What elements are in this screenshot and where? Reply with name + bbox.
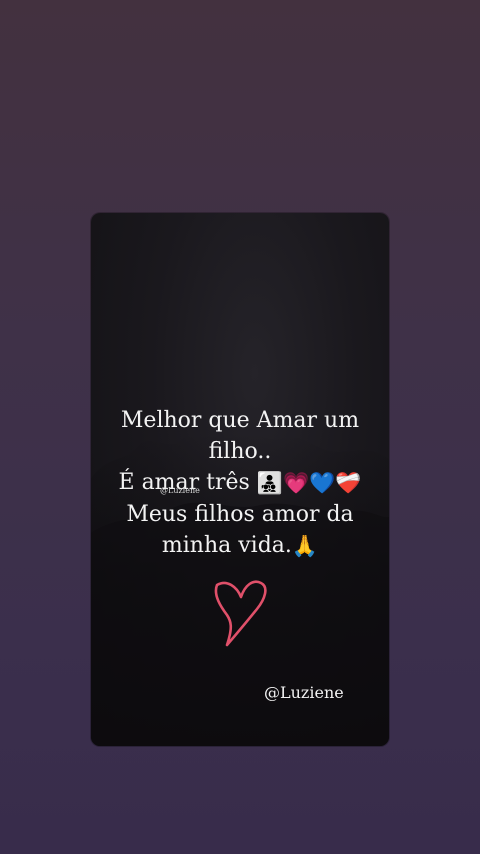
story-card[interactable]: Melhor que Amar um filho.. É amar três 👨… [91,213,389,746]
small-watermark: @Luziene [160,486,200,495]
quote-line-3: É amar três 👨‍👧‍👦💗💙❤️‍🩹 [91,467,389,499]
pink-heart-icon: 💗 [283,471,310,495]
quote-line-1: Melhor que Amar um [120,408,360,433]
quote-line-2: filho.. [208,439,272,464]
quote-line-4: Meus filhos amor da [126,502,354,527]
heart-doodle-icon [214,580,267,647]
quote-text: Melhor que Amar um filho.. É amar três 👨… [91,405,389,562]
blue-heart-icon: 💙 [309,471,336,495]
signature-text: @Luziene [264,683,344,702]
family-icon: 👨‍👧‍👦 [256,471,283,495]
quote-line-5: minha vida.🙏 [91,530,389,562]
quote-line-5-text: minha vida. [161,533,292,558]
praying-hands-icon: 🙏 [291,534,319,558]
mending-heart-icon: ❤️‍🩹 [335,471,362,495]
